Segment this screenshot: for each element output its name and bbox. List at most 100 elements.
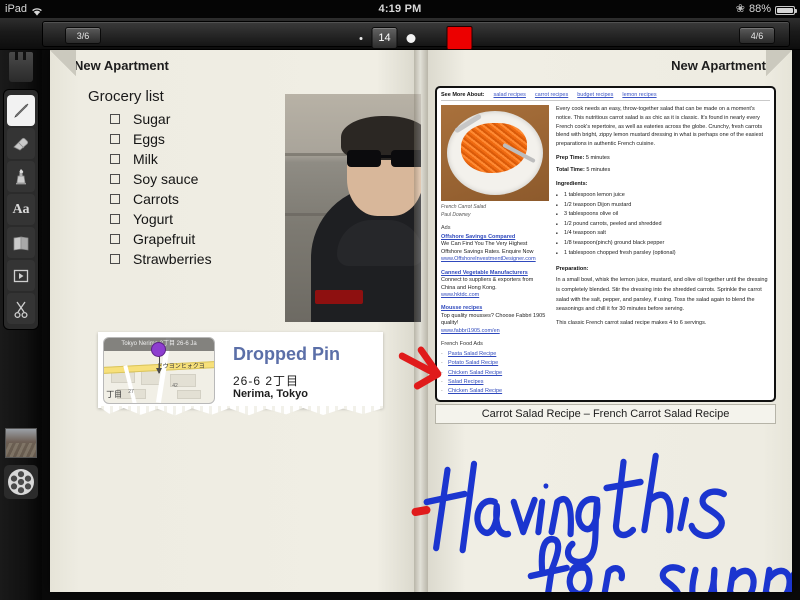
grocery-list-title: Grocery list — [88, 88, 164, 105]
list-item[interactable]: Potato Salad Recipe — [441, 359, 549, 369]
checkbox-icon[interactable] — [110, 214, 120, 224]
ad-description: Top quality mousses? Choose Fabbri 1905 … — [441, 312, 546, 327]
grocery-item-label: Milk — [133, 151, 158, 167]
insert-tool[interactable] — [7, 260, 35, 291]
ad-title[interactable]: Mousse recipes — [441, 305, 549, 312]
checkbox-icon[interactable] — [110, 234, 120, 244]
photo-caption-credit: Paul Downey — [441, 212, 471, 218]
ink-bottle-tool[interactable] — [7, 161, 35, 192]
ad-url[interactable]: www.hktdc.com — [441, 292, 549, 299]
eraser-tool[interactable] — [7, 128, 35, 159]
web-clipping[interactable]: See More About: salad recipes carrot rec… — [435, 86, 776, 402]
ad-block[interactable]: Mousse recipes Top quality mousses? Choo… — [441, 305, 549, 335]
tool-rail: Aa — [0, 50, 42, 600]
see-more-link[interactable]: lemon recipes — [622, 92, 656, 98]
eraser-icon — [13, 137, 29, 150]
checkbox-icon[interactable] — [110, 114, 120, 124]
color-palette-button[interactable] — [4, 465, 38, 499]
list-item: 1/4 teaspoon salt — [556, 229, 770, 239]
map-thumbnail[interactable]: Tokyo Nerima 2丁目 26-6 Ja ドウヨンヒォクヨ 丁目 27 … — [103, 337, 215, 404]
list-item[interactable]: Yogurt — [110, 209, 212, 229]
toolbar-tray: 3/6 4/6 14 — [42, 21, 790, 50]
ad-url[interactable]: www.OffshoreInvestmentDesigner.com — [441, 256, 549, 263]
ink-bottle-icon — [16, 168, 26, 184]
sunglasses-icon — [347, 150, 421, 167]
large-dot-icon[interactable] — [406, 33, 416, 43]
grocery-item-label: Strawberries — [133, 251, 212, 267]
see-more-link[interactable]: salad recipes — [494, 92, 526, 98]
photo-thumbnail[interactable] — [5, 428, 37, 458]
list-item[interactable]: Sugar — [110, 109, 212, 129]
right-page[interactable]: New Apartment See More About: salad reci… — [421, 50, 792, 592]
list-item[interactable]: Strawberries — [110, 249, 212, 269]
pen-tool[interactable] — [7, 95, 35, 126]
ad-block[interactable]: Offshore Savings Compared We Can Find Yo… — [441, 234, 549, 264]
pin-title: Dropped Pin — [233, 344, 340, 364]
ad-title[interactable]: Canned Vegetable Manufacturers — [441, 270, 549, 277]
ad-block[interactable]: Canned Vegetable Manufacturers Connect t… — [441, 270, 549, 300]
ad-title[interactable]: Offshore Savings Compared — [441, 234, 549, 241]
map-katakana-label: ドウヨンヒォクヨ — [156, 364, 205, 371]
inserted-photo[interactable] — [285, 94, 421, 322]
list-item[interactable]: Soy sauce — [110, 169, 212, 189]
clipping-body: Every cook needs an easy, throw-together… — [556, 105, 770, 396]
ad-description: We Can Find You The Very Highest Offshor… — [441, 241, 534, 255]
left-page[interactable]: New Apartment Grocery list Sugar Eggs Mi… — [50, 50, 421, 592]
list-item: 1 tablespoon lemon juice — [556, 191, 770, 201]
list-item: 1/2 pound carrots, peeled and shredded — [556, 220, 770, 230]
checkbox-icon[interactable] — [110, 194, 120, 204]
total-time-row: Total Time: 5 minutes — [556, 167, 770, 173]
list-item[interactable]: Milk — [110, 149, 212, 169]
map-number-label: 27 — [128, 389, 134, 396]
page-indicator-right[interactable]: 4/6 — [739, 27, 775, 44]
page-corner-right-icon[interactable] — [766, 50, 792, 76]
book-icon — [13, 236, 29, 250]
list-item[interactable]: Grapefruit — [110, 229, 212, 249]
pen-icon — [14, 103, 29, 118]
app-toolbar: 3/6 4/6 14 — [0, 18, 800, 50]
notebook-stage: New Apartment Grocery list Sugar Eggs Mi… — [42, 50, 800, 600]
grocery-item-label: Eggs — [133, 131, 165, 147]
list-item: 1/8 teaspoon(pinch) ground black pepper — [556, 239, 770, 249]
battery-percent-label: 88% — [748, 3, 771, 15]
carrot-salad-photo — [441, 105, 549, 201]
checkbox-icon[interactable] — [110, 174, 120, 184]
checkbox-icon[interactable] — [110, 154, 120, 164]
ad-url[interactable]: www.fabbri1905.com/en — [441, 328, 549, 335]
dropped-pin-card[interactable]: Tokyo Nerima 2丁目 26-6 Ja ドウヨンヒォクヨ 丁目 27 … — [98, 332, 383, 408]
text-tool[interactable]: Aa — [7, 194, 35, 225]
list-item[interactable]: Chicken Salad Recipe — [441, 369, 549, 379]
ad-link[interactable]: Chicken Salad Recipe — [448, 388, 502, 394]
scissors-tool[interactable] — [7, 293, 35, 324]
total-time-label: Total Time: — [556, 166, 585, 173]
list-item[interactable]: Chicken Salad Recipe — [441, 387, 549, 396]
see-more-link[interactable]: budget recipes — [577, 92, 613, 98]
page-tool[interactable] — [7, 227, 35, 258]
ad-link[interactable]: Potato Salad Recipe — [448, 360, 498, 366]
list-item[interactable]: Pasta Salad Recipe — [441, 350, 549, 360]
list-item[interactable]: Eggs — [110, 129, 212, 149]
ink-color-swatch[interactable] — [446, 26, 473, 50]
see-more-label: See More About: — [441, 92, 485, 98]
status-bar-right: ❀ 88% — [735, 0, 797, 18]
ad-link[interactable]: Pasta Salad Recipe — [448, 351, 496, 357]
list-item[interactable]: Salad Recipes — [441, 378, 549, 388]
small-dot-icon[interactable] — [359, 36, 363, 40]
see-more-row: See More About: salad recipes carrot rec… — [441, 92, 770, 101]
photo-caption-title: French Carrot Salad — [441, 204, 487, 210]
ad-link[interactable]: Chicken Salad Recipe — [448, 370, 502, 376]
page-corner-left-icon[interactable] — [50, 50, 76, 76]
french-food-ads-list: Pasta Salad Recipe Potato Salad Recipe C… — [441, 350, 549, 396]
checkbox-icon[interactable] — [110, 134, 120, 144]
see-more-link[interactable]: carrot recipes — [535, 92, 568, 98]
pin-address-line2: Nerima, Tokyo — [233, 388, 308, 400]
preparation-text: In a small bowl, whisk the lemon juice, … — [556, 277, 768, 313]
checkbox-icon[interactable] — [110, 254, 120, 264]
map-number-label: 42 — [172, 382, 178, 389]
ad-link[interactable]: Salad Recipes — [448, 379, 483, 385]
bluetooth-icon: ❀ — [735, 3, 745, 15]
page-indicator-left[interactable]: 3/6 — [65, 27, 101, 44]
grocery-item-label: Carrots — [133, 191, 179, 207]
pen-size-badge[interactable]: 14 — [371, 27, 398, 49]
list-item[interactable]: Carrots — [110, 189, 212, 209]
